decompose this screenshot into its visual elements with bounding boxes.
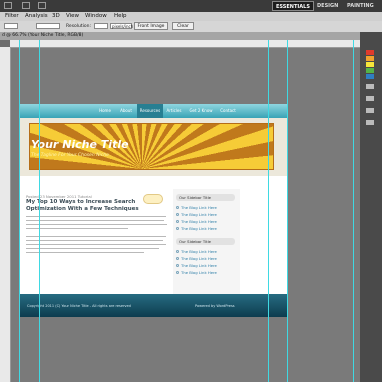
vertical-ruler[interactable] <box>0 47 11 382</box>
resolution-unit-select[interactable]: pixels/inch <box>110 23 133 29</box>
view-mode-icon[interactable] <box>22 2 30 9</box>
mockup-nav-item: Get 2 Know <box>189 108 213 113</box>
mockup-sidebar-heading: Our Sidebar Title <box>176 238 235 245</box>
resolution-label: Resolution: <box>66 24 92 29</box>
placeholder-text-line <box>26 224 167 225</box>
bullet-icon <box>176 227 179 230</box>
bullet-icon <box>176 257 179 260</box>
panel-icon[interactable] <box>366 120 374 125</box>
placeholder-text-line <box>26 216 166 217</box>
mockup-sidebar-link: The Blog Link Here <box>181 270 217 275</box>
mockup-post-title: My Top 10 Ways to Increase Search Optimi… <box>26 199 139 212</box>
placeholder-text-line <box>26 252 144 253</box>
bullet-icon <box>176 250 179 253</box>
guide-line[interactable] <box>268 40 269 382</box>
document-tab[interactable]: d @ 66.7% (Your Niche Title, RGB/8) <box>0 32 370 40</box>
horizontal-ruler[interactable] <box>10 40 360 48</box>
mockup-footer-powered: Powered by WordPress <box>195 304 235 308</box>
panel-icon[interactable] <box>366 108 374 113</box>
mockup-sidebar-heading: Our Sidebar Title <box>176 194 235 201</box>
mockup-sidebar-link: The Blog Link Here <box>181 226 217 231</box>
mockup-sidebar-link: The Blog Link Here <box>181 212 217 217</box>
mockup-sidebar-link: The Blog Link Here <box>181 219 217 224</box>
swatch-green[interactable] <box>366 68 374 73</box>
bullet-icon <box>176 213 179 216</box>
guide-line[interactable] <box>19 40 20 382</box>
document-tab-title: d @ 66.7% (Your Niche Title, RGB/8) <box>2 33 84 38</box>
zoom-mode-icon[interactable] <box>38 2 46 9</box>
swatch-red[interactable] <box>366 50 374 55</box>
guide-line[interactable] <box>287 40 288 382</box>
mockup-sidebar-link: The Blog Link Here <box>181 256 217 261</box>
placeholder-text-line <box>26 240 163 241</box>
swatch-blue[interactable] <box>366 74 374 79</box>
workspace-design[interactable]: DESIGN <box>314 1 341 11</box>
menu-filter[interactable]: Filter <box>5 12 19 21</box>
placeholder-text-line <box>26 248 159 249</box>
bullet-icon <box>176 271 179 274</box>
placeholder-text-line <box>26 236 166 237</box>
resolution-field[interactable] <box>94 23 108 29</box>
option-height-field[interactable] <box>36 23 60 29</box>
option-width-field[interactable] <box>4 23 18 29</box>
mockup-footer-copyright: Copyright 2011 (C) Your Niche Title - Al… <box>27 304 131 308</box>
guide-line[interactable] <box>353 40 354 382</box>
mockup-sidebar-link: The Blog Link Here <box>181 205 217 210</box>
mockup-nav-item: About <box>120 108 132 113</box>
mockup-nav-item: Articles <box>166 108 182 113</box>
menu-window[interactable]: Window <box>85 12 107 21</box>
bullet-icon <box>176 264 179 267</box>
front-image-button[interactable]: Front Image <box>134 22 168 30</box>
mockup-nav-item: Home <box>99 108 111 113</box>
workspace-painting[interactable]: PAINTING <box>344 1 377 11</box>
menu-analysis[interactable]: Analysis <box>25 12 48 21</box>
mockup-sidebar-link: The Blog Link Here <box>181 249 217 254</box>
bullet-icon <box>176 220 179 223</box>
placeholder-text-line <box>26 244 166 245</box>
menu-view[interactable]: View <box>66 12 79 21</box>
bullet-icon <box>176 206 179 209</box>
mockup-nav-item-active: Resources <box>137 104 163 118</box>
mockup-site-title: Your Niche Title <box>31 138 129 151</box>
menu-help[interactable]: Help <box>114 12 127 21</box>
swatch-orange[interactable] <box>366 56 374 61</box>
panel-icon[interactable] <box>366 84 374 89</box>
application-bar: ESSENTIALS DESIGN PAINTING <box>0 0 382 12</box>
mockup-sidebar-link: The Blog Link Here <box>181 263 217 268</box>
panel-icon[interactable] <box>366 96 374 101</box>
workspace-essentials[interactable]: ESSENTIALS <box>272 1 314 11</box>
mockup-tagline: The Tagline For Your Chosen Niche <box>31 153 109 158</box>
swatch-yellow[interactable] <box>366 62 374 67</box>
placeholder-text-line <box>26 228 128 229</box>
clear-button[interactable]: Clear <box>172 22 194 30</box>
guide-line[interactable] <box>39 40 40 382</box>
menu-3d[interactable]: 3D <box>52 12 60 21</box>
home-icon[interactable] <box>4 2 12 9</box>
mockup-nav-item: Contact <box>220 108 236 113</box>
placeholder-text-line <box>26 220 164 221</box>
